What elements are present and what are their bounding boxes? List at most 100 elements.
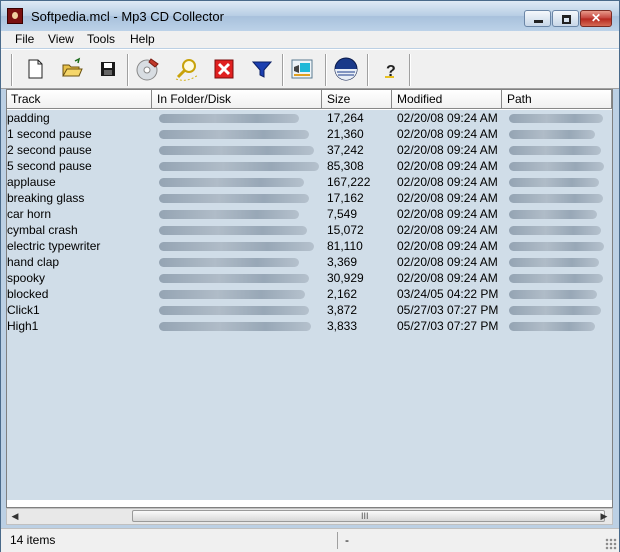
cell-size: 7,549 [327,207,358,221]
table-row[interactable]: car horn 7,549 02/20/08 09:24 AM [7,206,612,222]
help-button[interactable]: ? [376,55,404,83]
column-header-modified[interactable]: Modified [392,90,502,108]
table-row[interactable]: applause 167,222 02/20/08 09:24 AM [7,174,612,190]
cell-folder-redacted [159,194,309,203]
cell-path-redacted [509,114,603,123]
window-title: Softpedia.mcl - Mp3 CD Collector [31,9,224,24]
close-button[interactable]: ✕ [580,10,612,27]
table-row[interactable]: padding 17,264 02/20/08 09:24 AM [7,110,612,126]
disc-icon [334,57,358,81]
save-button[interactable] [94,55,122,83]
cell-modified: 02/20/08 09:24 AM [397,207,498,221]
cell-track: breaking glass [7,191,85,205]
table-row[interactable]: breaking glass 17,162 02/20/08 09:24 AM [7,190,612,206]
new-button[interactable] [21,55,49,83]
cell-modified: 02/20/08 09:24 AM [397,271,498,285]
cell-size: 37,242 [327,143,364,157]
toolbar-separator [409,54,411,86]
table-row[interactable]: hand clap 3,369 02/20/08 09:24 AM [7,254,612,270]
table-row[interactable]: 1 second pause 21,360 02/20/08 09:24 AM [7,126,612,142]
cell-size: 17,264 [327,111,364,125]
cell-modified: 02/20/08 09:24 AM [397,111,498,125]
toolbar-separator [11,54,13,86]
title-bar[interactable]: Softpedia.mcl - Mp3 CD Collector ✕ [1,1,619,31]
menu-help[interactable]: Help [130,32,155,46]
cell-path-redacted [509,162,604,171]
open-button[interactable] [58,55,86,83]
cell-folder-redacted [159,178,304,187]
scroll-thumb[interactable]: III [132,510,605,522]
cell-folder-redacted [159,258,299,267]
column-header-path[interactable]: Path [502,90,612,108]
toolbar-separator [282,54,284,86]
cell-modified: 02/20/08 09:24 AM [397,255,498,269]
save-disk-icon [101,62,115,76]
scroll-left-button[interactable]: ◀ [7,509,23,524]
delete-button[interactable] [210,55,238,83]
disc-button[interactable] [332,55,360,83]
table-row[interactable]: 2 second pause 37,242 02/20/08 09:24 AM [7,142,612,158]
cell-size: 2,162 [327,287,358,301]
cell-path-redacted [509,130,595,139]
cell-folder-redacted [159,274,309,283]
column-header-folder[interactable]: In Folder/Disk [152,90,322,108]
maximize-icon [553,11,578,26]
cell-path-redacted [509,146,601,155]
resize-grip-icon[interactable] [605,538,617,550]
cell-folder-redacted [159,306,309,315]
close-icon: ✕ [590,11,602,25]
table-row[interactable]: blocked 2,162 03/24/05 04:22 PM [7,286,612,302]
menu-view[interactable]: View [48,32,74,46]
cell-path-redacted [509,322,595,331]
cell-path-redacted [509,290,597,299]
table-row[interactable]: Click1 3,872 05/27/03 07:27 PM [7,302,612,318]
cell-size: 15,072 [327,223,364,237]
app-icon[interactable] [7,8,23,24]
cell-track: applause [7,175,56,189]
minimize-icon [525,11,550,26]
cell-path-redacted [509,194,603,203]
status-divider [337,532,338,549]
player-button[interactable] [288,55,316,83]
cell-path-redacted [509,178,599,187]
cell-track: electric typewriter [7,239,101,253]
column-header-track[interactable]: Track [7,90,152,108]
cell-modified: 02/20/08 09:24 AM [397,191,498,205]
status-text: - [345,533,349,547]
table-row[interactable]: electric typewriter 81,110 02/20/08 09:24 … [7,238,612,254]
filter-icon [251,61,273,78]
cell-modified: 02/20/08 09:24 AM [397,143,498,157]
cell-size: 3,833 [327,319,358,333]
scroll-right-button[interactable]: ▶ [596,509,612,524]
scan-cd-button[interactable] [134,55,162,83]
menu-tools[interactable]: Tools [87,32,115,46]
table-row[interactable]: 5 second pause 85,308 02/20/08 09:24 AM [7,158,612,174]
cell-track: cymbal crash [7,223,78,237]
cell-track: car horn [7,207,52,221]
filter-button[interactable] [248,55,276,83]
cell-size: 3,369 [327,255,358,269]
cell-size: 167,222 [327,175,371,189]
table-row[interactable]: cymbal crash 15,072 02/20/08 09:24 AM [7,222,612,238]
toolbar-separator [367,54,369,86]
open-folder-icon [62,57,83,77]
menu-file[interactable]: File [15,32,34,46]
search-button[interactable] [173,55,201,83]
table-row[interactable]: spooky 30,929 02/20/08 09:24 AM [7,270,612,286]
delete-icon [214,59,234,79]
cell-track: hand clap [7,255,60,269]
maximize-button[interactable] [552,10,579,27]
horizontal-scrollbar[interactable]: ◀ III ▶ [6,508,613,525]
cell-track: 1 second pause [7,127,92,141]
cell-modified: 05/27/03 07:27 PM [397,303,499,317]
track-list[interactable]: Track In Folder/Disk Size Modified Path … [6,89,613,508]
cell-path-redacted [509,274,603,283]
cell-path-redacted [509,306,601,315]
cell-size: 81,110 [327,239,363,253]
minimize-button[interactable] [524,10,551,27]
item-count: 14 items [10,533,56,547]
cell-size: 21,360 [327,127,364,141]
column-header-size[interactable]: Size [322,90,392,108]
cell-size: 3,872 [327,303,358,317]
table-row[interactable]: High1 3,833 05/27/03 07:27 PM [7,318,612,334]
